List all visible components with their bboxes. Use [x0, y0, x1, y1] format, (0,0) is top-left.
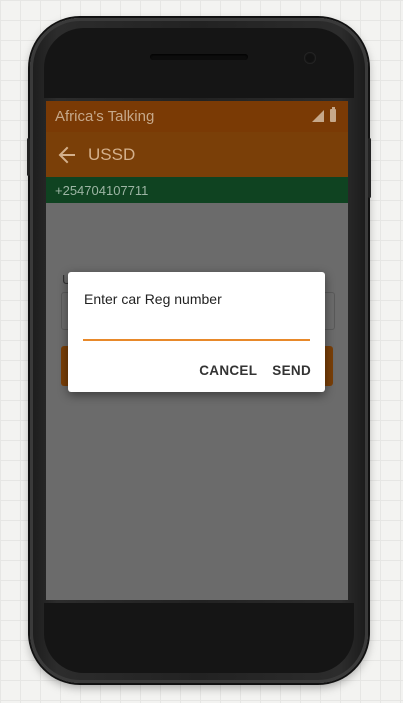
front-camera	[304, 52, 316, 64]
reg-number-input[interactable]	[83, 315, 310, 341]
app-title: USSD	[88, 144, 136, 164]
earpiece-speaker	[150, 54, 248, 60]
status-bar: Africa's Talking	[46, 101, 348, 132]
dialog-actions: CANCEL SEND	[199, 363, 311, 378]
reg-number-dialog: Enter car Reg number CANCEL SEND	[68, 272, 325, 392]
app-bar: USSD	[46, 132, 348, 177]
phone-bottom-bezel	[44, 603, 354, 673]
cancel-button[interactable]: CANCEL	[199, 363, 257, 378]
send-button[interactable]: SEND	[272, 363, 311, 378]
status-icons	[312, 107, 336, 122]
phone-number-bar: +254704107711	[46, 177, 348, 203]
phone-number: +254704107711	[55, 182, 149, 198]
dialog-title: Enter car Reg number	[84, 291, 222, 307]
signal-icon	[312, 110, 324, 122]
battery-icon	[330, 107, 336, 122]
volume-button	[368, 138, 371, 198]
arrow-left-icon[interactable]	[57, 145, 77, 165]
status-bar-title: Africa's Talking	[55, 108, 155, 125]
power-button	[27, 138, 30, 176]
